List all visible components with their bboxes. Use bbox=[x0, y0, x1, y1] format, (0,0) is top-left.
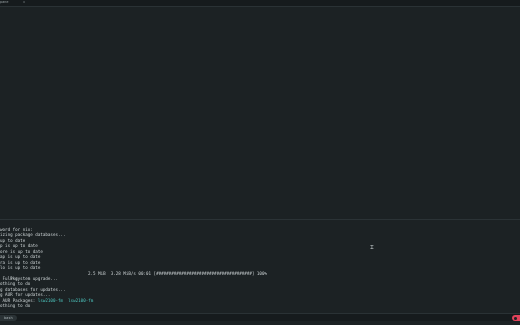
tab-title[interactable]: pane bbox=[0, 0, 8, 5]
aur-package-list: lsw2100-fm lsw2100-fm bbox=[37, 297, 94, 303]
terminal-output[interactable]: word for nix: izing package databases...… bbox=[0, 227, 520, 309]
text-cursor-icon: ⌶ bbox=[370, 244, 374, 251]
aur-packages-label: AUR Packages: bbox=[0, 297, 38, 303]
terminal-line: othing to do bbox=[0, 303, 31, 309]
pane-divider[interactable] bbox=[0, 219, 520, 220]
bottom-strip bbox=[0, 321, 520, 325]
tab-close-icon[interactable]: x bbox=[23, 0, 25, 5]
title-bar: pane x bbox=[0, 0, 520, 7]
